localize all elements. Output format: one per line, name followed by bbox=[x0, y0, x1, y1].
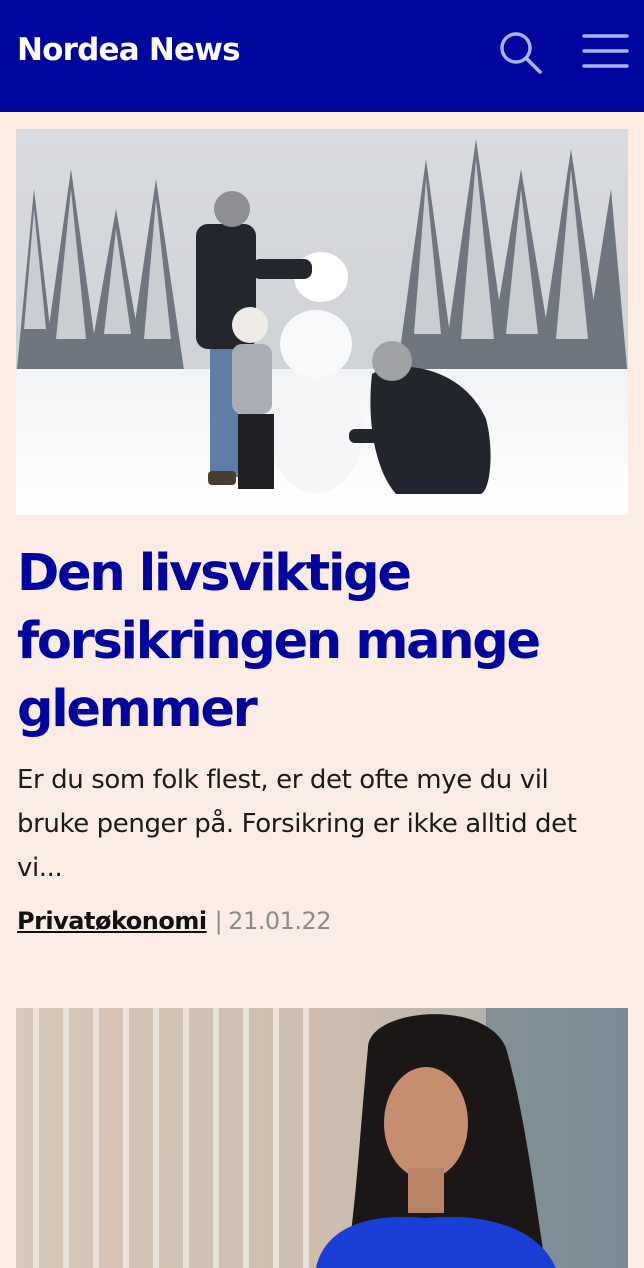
article-image-portrait[interactable] bbox=[16, 1008, 628, 1268]
article-headline[interactable]: Den livsviktige forsikringen mange glemm… bbox=[17, 540, 617, 744]
search-button[interactable] bbox=[496, 28, 546, 78]
brand-logo-text[interactable]: Nordea News bbox=[17, 32, 241, 68]
hamburger-menu-icon bbox=[582, 34, 629, 68]
search-icon bbox=[500, 32, 542, 74]
top-navigation-bar: Nordea News bbox=[0, 0, 644, 112]
article-excerpt: Er du som folk flest, er det ofte mye du… bbox=[17, 765, 577, 883]
portrait-illustration bbox=[16, 1008, 628, 1268]
snow-scene-illustration bbox=[16, 129, 628, 515]
article-date: 21.01.22 bbox=[228, 907, 332, 935]
meta-separator: | bbox=[214, 907, 223, 935]
menu-button[interactable] bbox=[580, 30, 630, 72]
article-image-snowman[interactable] bbox=[16, 129, 628, 515]
article-category-link[interactable]: Privatøkonomi bbox=[17, 907, 207, 935]
article-meta: Privatøkonomi | 21.01.22 bbox=[17, 903, 332, 939]
